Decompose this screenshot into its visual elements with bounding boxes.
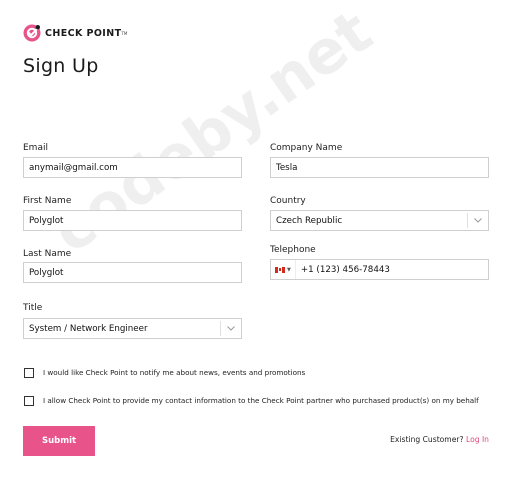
partner-consent-checkbox[interactable] — [24, 396, 34, 406]
submit-button[interactable]: Submit — [23, 426, 95, 456]
telephone-value: +1 (123) 456-78443 — [300, 264, 390, 275]
title-value: System / Network Engineer — [29, 323, 148, 334]
telephone-field[interactable]: ▼ +1 (123) 456-78443 — [270, 259, 489, 280]
first-name-label: First Name — [23, 196, 72, 206]
existing-customer-text: Existing Customer? — [390, 435, 464, 444]
page-title: Sign Up — [23, 55, 99, 77]
country-code-select[interactable]: ▼ — [275, 260, 296, 279]
news-consent-label: I would like Check Point to notify me ab… — [43, 368, 306, 377]
country-value: Czech Republic — [276, 215, 343, 226]
canada-flag-icon — [275, 266, 285, 273]
log-in-link[interactable]: Log In — [466, 435, 489, 444]
last-name-label: Last Name — [23, 249, 72, 259]
last-name-value: Polyglot — [29, 267, 64, 278]
check-point-logo[interactable]: CHECK POINT TM — [23, 24, 127, 42]
brand-name: CHECK POINT — [45, 27, 122, 39]
email-field[interactable]: anymail@gmail.com — [23, 157, 242, 178]
chevron-down-icon — [227, 326, 235, 331]
first-name-field[interactable]: Polyglot — [23, 210, 242, 231]
title-select[interactable]: System / Network Engineer — [23, 318, 242, 339]
partner-consent-label: I allow Check Point to provide my contac… — [43, 396, 479, 405]
email-value: anymail@gmail.com — [29, 162, 118, 173]
company-field[interactable]: Tesla — [270, 157, 489, 178]
country-select[interactable]: Czech Republic — [270, 210, 489, 231]
existing-customer: Existing Customer? Log In — [390, 435, 489, 444]
title-dropdown-toggle[interactable] — [220, 321, 241, 336]
news-consent-checkbox[interactable] — [24, 368, 34, 378]
country-dropdown-toggle[interactable] — [467, 213, 488, 228]
telephone-label: Telephone — [270, 245, 316, 255]
chevron-down-icon — [474, 218, 482, 223]
last-name-field[interactable]: Polyglot — [23, 262, 242, 283]
check-point-logo-icon — [23, 24, 41, 42]
first-name-value: Polyglot — [29, 215, 64, 226]
trademark-mark: TM — [121, 30, 128, 36]
country-label: Country — [270, 196, 306, 206]
email-label: Email — [23, 143, 48, 153]
company-label: Company Name — [270, 143, 343, 153]
title-label: Title — [23, 303, 43, 313]
company-value: Tesla — [276, 162, 298, 173]
caret-down-icon: ▼ — [287, 266, 291, 273]
